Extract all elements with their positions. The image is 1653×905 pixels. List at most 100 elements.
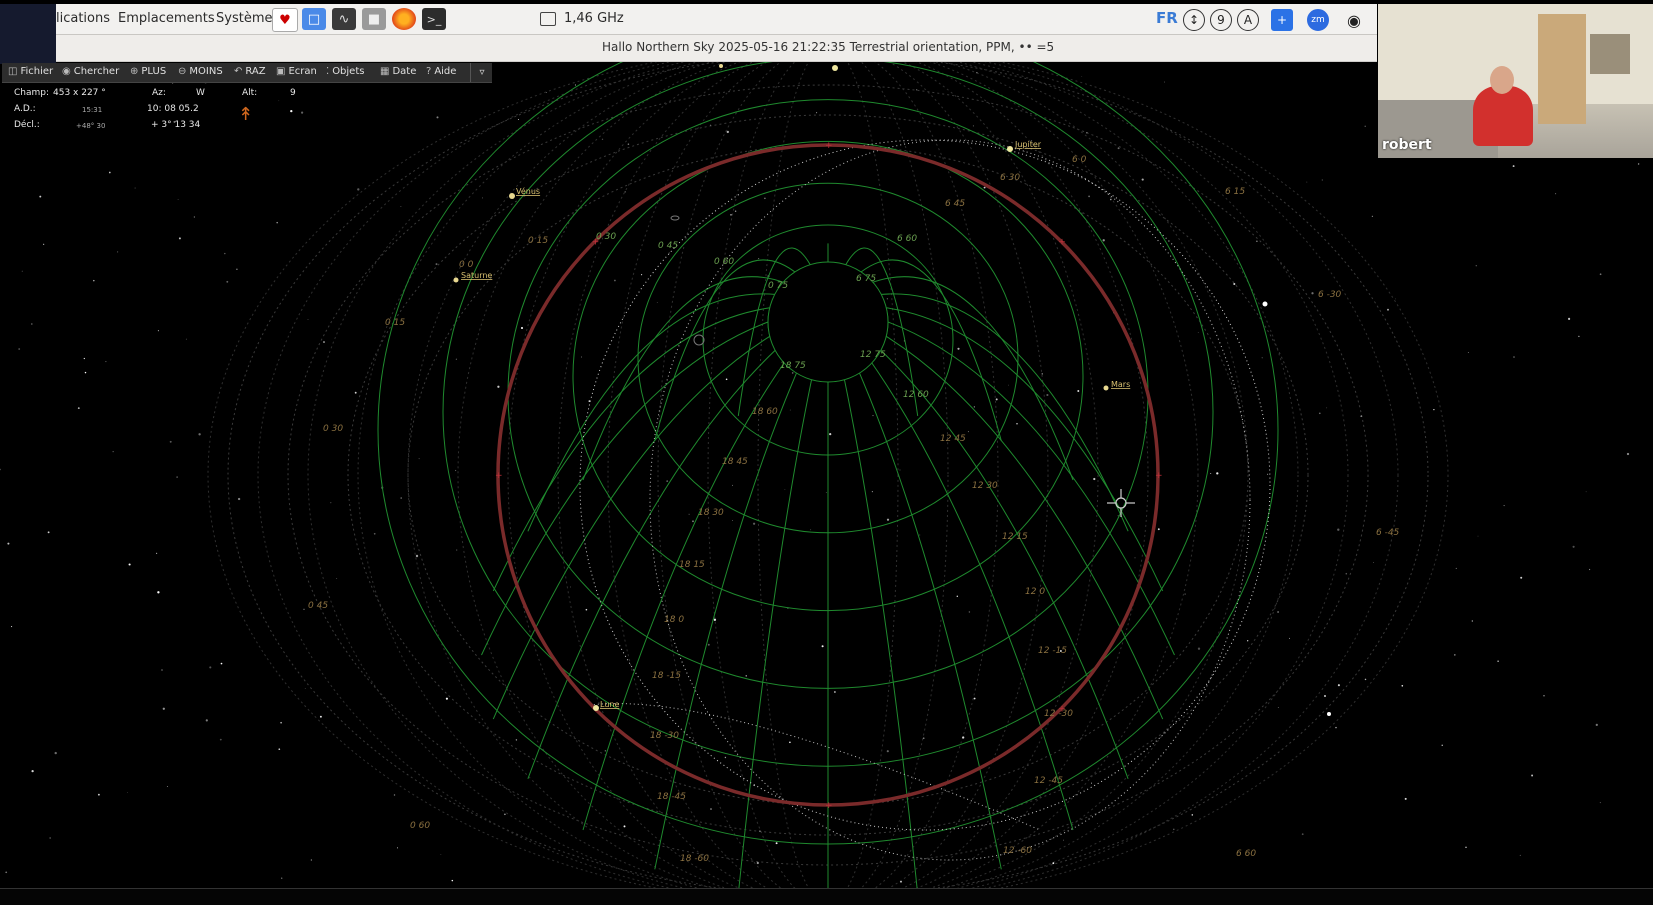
jupiter-marker[interactable] <box>1007 146 1013 152</box>
nvidia-icon[interactable]: ◉ <box>1343 9 1365 31</box>
zoom-tray-icon[interactable]: zm <box>1307 9 1329 31</box>
star <box>482 197 483 199</box>
star <box>18 348 21 350</box>
star <box>1318 412 1321 415</box>
planets[interactable]: Vénus Saturne Mars Lune Jupiter <box>453 64 1332 716</box>
star <box>585 608 588 611</box>
planet-label-saturne[interactable]: Saturne <box>461 271 492 280</box>
object-marker[interactable] <box>719 64 723 68</box>
star <box>1097 823 1098 824</box>
star <box>1117 515 1119 517</box>
star <box>1387 308 1389 311</box>
network-updown-icon[interactable]: ↕ <box>1183 9 1205 31</box>
star <box>1311 292 1314 295</box>
grid-label: 0 45 <box>308 601 328 611</box>
solitaire-launcher-icon[interactable]: ♥ <box>272 8 298 32</box>
star <box>1277 611 1280 613</box>
object-marker[interactable] <box>1327 712 1331 716</box>
menu-places[interactable]: Emplacements <box>118 11 215 26</box>
grid-label: 0 0 <box>459 260 474 270</box>
tray-badge-9[interactable]: 9 <box>1210 9 1232 31</box>
screenshot-launcher-icon[interactable]: □ <box>302 8 326 30</box>
grid-label: 18 -60 <box>680 854 709 864</box>
star <box>1441 744 1443 746</box>
grid-label: 18 -45 <box>657 792 686 802</box>
star <box>919 534 921 536</box>
champ-value: 453 x 227 ° <box>53 88 106 98</box>
star <box>166 786 168 787</box>
star <box>1157 528 1160 531</box>
window-title-bar[interactable]: Hallo Northern Sky 2025-05-16 21:22:35 T… <box>56 35 1377 62</box>
star <box>957 347 960 350</box>
undo-icon: ↶ <box>234 66 243 77</box>
star <box>47 531 50 534</box>
plus-button[interactable]: ⊕ PLUS <box>130 66 166 77</box>
star <box>30 323 33 325</box>
raz-button[interactable]: ↶ RAZ <box>234 66 266 77</box>
fichier-button[interactable]: ◫ Fichier <box>8 66 53 77</box>
planet-label-jupiter[interactable]: Jupiter <box>1014 140 1042 149</box>
horizon-tick: + <box>495 471 503 481</box>
star <box>1191 814 1194 816</box>
menu-applications[interactable]: lications <box>56 11 110 26</box>
toolbar-overflow-chevron-icon[interactable]: ▿ <box>470 63 493 82</box>
direction-arrow-icon: ↟ <box>238 104 254 125</box>
star <box>156 552 158 555</box>
bottom-status-strip <box>0 888 1653 905</box>
date-button[interactable]: ▦ Date <box>380 66 416 77</box>
ecran-button[interactable]: ▣ Ecran <box>276 66 317 77</box>
grid-label: 18 45 <box>722 457 748 467</box>
aide-button[interactable]: ? Aide <box>426 66 456 77</box>
star <box>1599 273 1602 276</box>
update-notifier-icon[interactable]: + <box>1271 9 1293 31</box>
object-marker[interactable] <box>1262 301 1268 307</box>
planet-label-mars[interactable]: Mars <box>1111 380 1130 389</box>
saturne-marker[interactable] <box>453 277 459 283</box>
tray-badge-a[interactable]: A <box>1237 9 1259 31</box>
lune-marker[interactable] <box>593 705 599 711</box>
star <box>105 361 107 363</box>
star <box>1345 572 1348 575</box>
terminal-icon[interactable]: >_ <box>422 8 446 30</box>
planet-label-venus[interactable]: Vénus <box>516 186 540 196</box>
keyboard-layout[interactable]: FR <box>1156 9 1178 27</box>
mars-marker[interactable] <box>1103 385 1109 391</box>
star <box>983 186 986 189</box>
az-value: W <box>196 88 205 98</box>
star <box>758 258 760 260</box>
firefox-icon[interactable] <box>392 8 416 30</box>
object-marker[interactable] <box>832 65 838 71</box>
star <box>624 191 626 193</box>
zoom-out-icon: ⊖ <box>178 66 187 77</box>
webcam-door <box>1538 14 1586 124</box>
star <box>1110 198 1112 201</box>
planet-label-lune[interactable]: Lune <box>600 700 619 709</box>
moins-button[interactable]: ⊖ MOINS <box>178 66 223 77</box>
star <box>956 595 958 597</box>
star <box>497 385 500 388</box>
grid-label: 6 75 <box>856 274 876 284</box>
grid-label: 18 15 <box>679 560 705 570</box>
grid-label: 12 45 <box>940 434 966 444</box>
star <box>1289 637 1290 639</box>
cpu-frequency[interactable]: 1,46 GHz <box>564 11 624 26</box>
venus-marker[interactable] <box>509 193 515 199</box>
az-label: Az: <box>152 88 166 98</box>
menu-system[interactable]: Système <box>216 11 272 26</box>
objets-button[interactable]: ⁚ Objets <box>326 66 364 77</box>
star <box>357 188 360 191</box>
champ-label: Champ: <box>14 88 50 98</box>
grid-label: 0 30 <box>323 424 343 434</box>
star <box>1041 373 1043 375</box>
star <box>1306 181 1308 183</box>
star <box>623 825 626 828</box>
chercher-button[interactable]: ◉ Chercher <box>62 66 119 77</box>
system-monitor-icon[interactable]: ∿ <box>332 8 356 30</box>
date-label: Date <box>392 66 417 77</box>
webcam-video-overlay[interactable]: robert <box>1378 4 1653 158</box>
help-icon: ? <box>426 66 432 77</box>
star <box>1197 647 1201 650</box>
star <box>127 792 128 793</box>
file-manager-icon[interactable]: ■ <box>362 8 386 30</box>
star <box>745 675 747 677</box>
